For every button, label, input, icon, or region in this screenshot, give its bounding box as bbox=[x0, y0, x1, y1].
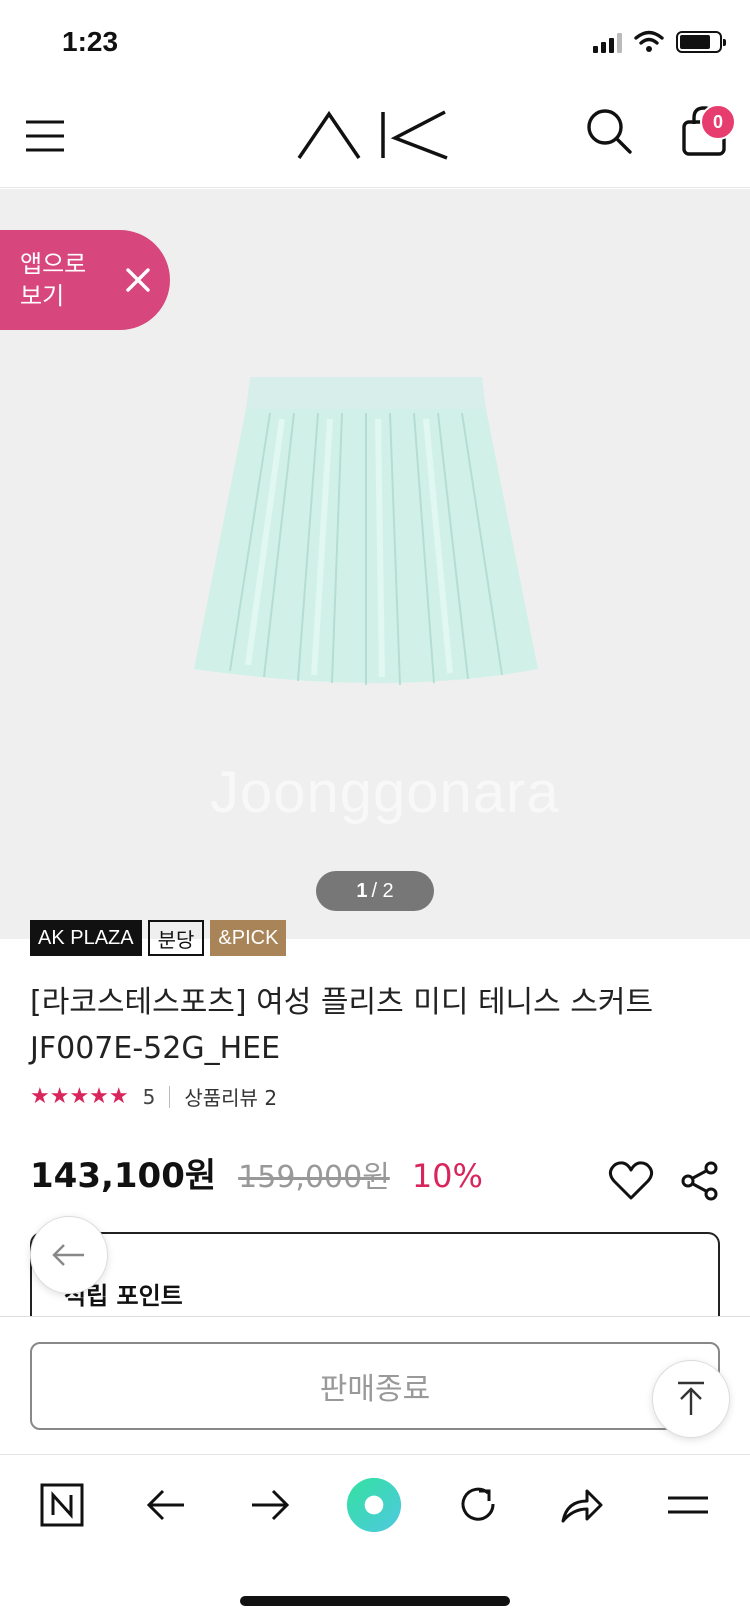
arrow-up-icon bbox=[678, 1381, 704, 1415]
branch-badge: 분당 bbox=[147, 920, 205, 956]
sold-out-button[interactable]: 판매종료 bbox=[30, 1342, 720, 1430]
heart-icon[interactable] bbox=[608, 1160, 654, 1202]
menu-icon bbox=[668, 1496, 708, 1514]
arrow-left-icon bbox=[52, 1244, 84, 1266]
app-header bbox=[0, 88, 750, 188]
star-rating-icon: ★★★★★ bbox=[30, 1084, 129, 1109]
divider bbox=[169, 1085, 171, 1108]
green-dot-icon bbox=[346, 1477, 402, 1533]
share-icon[interactable] bbox=[680, 1160, 720, 1202]
scroll-to-top-button[interactable] bbox=[652, 1360, 730, 1438]
product-rating: ★★★★★ 5 상품리뷰 2 bbox=[30, 1082, 277, 1111]
close-icon[interactable] bbox=[120, 262, 156, 298]
ak-logo[interactable] bbox=[297, 108, 453, 162]
menu-icon[interactable] bbox=[24, 114, 68, 158]
arrow-left-icon bbox=[146, 1489, 184, 1521]
browser-back-button[interactable] bbox=[138, 1477, 194, 1533]
store-badge: AK PLAZA bbox=[30, 920, 142, 956]
cart-count-badge: 0 bbox=[700, 104, 736, 140]
open-in-app-banner[interactable]: 앱으로 보기 bbox=[0, 230, 170, 330]
price-row: 143,100원 159,000원 10% bbox=[30, 1148, 483, 1197]
watermark-text: Joonggonara bbox=[210, 760, 560, 825]
review-count-link[interactable]: 상품리뷰 2 bbox=[184, 1082, 277, 1111]
product-badges: AK PLAZA 분당 &PICK bbox=[30, 920, 287, 956]
back-button[interactable] bbox=[30, 1216, 108, 1294]
points-section[interactable]: 적립 포인트 bbox=[30, 1232, 720, 1322]
discount-rate: 10% bbox=[411, 1157, 483, 1195]
sale-price: 143,100원 bbox=[30, 1156, 217, 1196]
browser-menu-button[interactable] bbox=[660, 1477, 716, 1533]
original-price: 159,000원 bbox=[238, 1160, 390, 1195]
naver-n-icon bbox=[40, 1483, 84, 1527]
status-time: 1:23 bbox=[62, 26, 119, 57]
status-bar: 1:23 bbox=[0, 0, 750, 88]
status-icons bbox=[593, 30, 726, 54]
rating-score: 5 bbox=[142, 1084, 156, 1109]
share-page-button[interactable] bbox=[554, 1477, 610, 1533]
product-title: [라코스테스포츠] 여성 플리츠 미디 테니스 스커트 JF007E-52G_H… bbox=[30, 985, 654, 1066]
forward-share-icon bbox=[561, 1489, 603, 1523]
image-page-indicator: 1 / 2 bbox=[316, 871, 434, 911]
open-in-app-label: 앱으로 보기 bbox=[20, 250, 87, 310]
refresh-icon bbox=[461, 1487, 495, 1521]
home-indicator bbox=[240, 1596, 510, 1606]
signal-icon bbox=[593, 31, 622, 53]
arrow-right-icon bbox=[252, 1489, 290, 1521]
search-icon[interactable] bbox=[584, 106, 634, 156]
total-pages: / 2 bbox=[371, 879, 394, 902]
refresh-button[interactable] bbox=[450, 1477, 506, 1533]
product-photo bbox=[194, 377, 538, 686]
pick-badge: &PICK bbox=[210, 920, 287, 956]
wifi-icon bbox=[634, 30, 664, 52]
green-dot-button[interactable] bbox=[346, 1477, 402, 1533]
current-page: 1 bbox=[356, 879, 368, 902]
naver-home-button[interactable] bbox=[34, 1477, 90, 1533]
battery-icon bbox=[676, 31, 726, 53]
browser-forward-button[interactable] bbox=[242, 1477, 298, 1533]
browser-toolbar bbox=[0, 1454, 750, 1554]
